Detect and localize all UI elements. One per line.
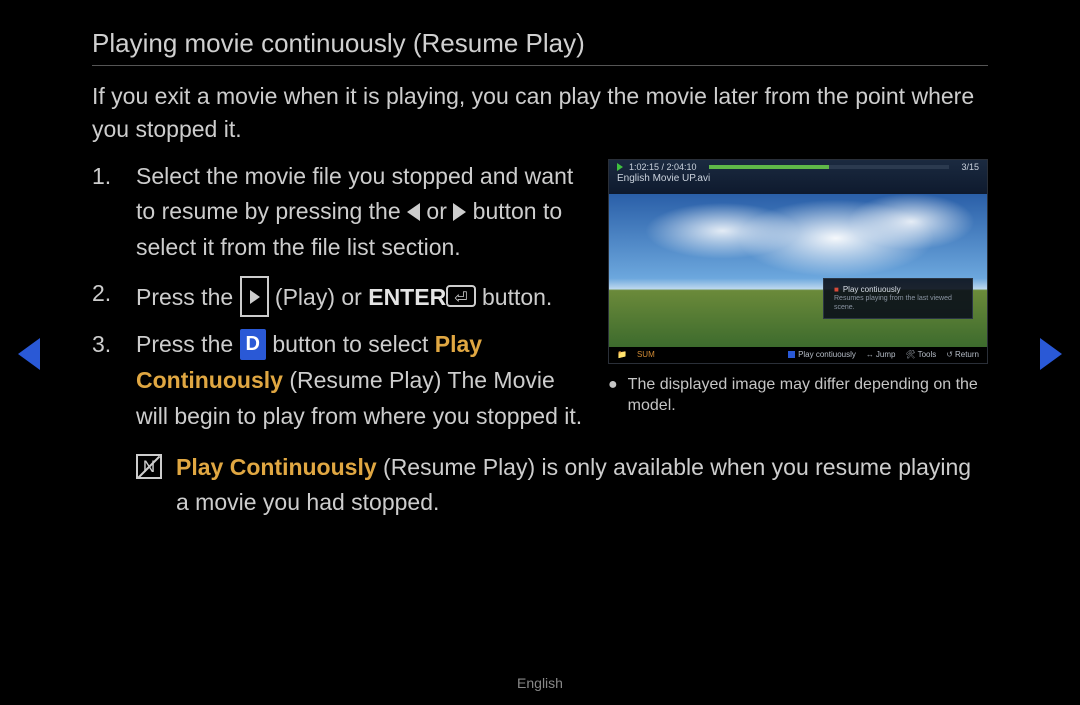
player-topbar: 1:02:15 / 2:04:10 3/15 English Movie UP.… xyxy=(609,160,987,194)
popup-subtitle: Resumes playing from the last viewed sce… xyxy=(834,294,962,312)
step2-text-c: button. xyxy=(476,284,553,310)
screenshot-caption: ● The displayed image may differ dependi… xyxy=(608,374,988,417)
page-title: Playing movie continuously (Resume Play) xyxy=(92,28,988,66)
step3-text-b: button to select xyxy=(266,331,435,357)
resume-popup: ■Play contiuously Resumes playing from t… xyxy=(823,278,973,319)
jump-icon: ↔ xyxy=(866,350,874,359)
prev-page-button[interactable] xyxy=(18,338,40,370)
progress-bar xyxy=(709,165,950,169)
playback-time: 1:02:15 / 2:04:10 xyxy=(629,162,697,172)
enter-label: ENTER xyxy=(368,284,446,310)
d-dot-icon xyxy=(788,351,795,358)
file-counter: 3/15 xyxy=(961,162,979,172)
step2-text-a: Press the xyxy=(136,284,240,310)
intro-text: If you exit a movie when it is playing, … xyxy=(92,80,988,147)
note-highlight: Play Continuously xyxy=(176,454,377,480)
bullet-icon: ● xyxy=(608,374,618,417)
step2-text-b: (Play) or xyxy=(269,284,369,310)
screenshot-preview: 1:02:15 / 2:04:10 3/15 English Movie UP.… xyxy=(608,159,988,364)
play-icon xyxy=(240,276,269,318)
caption-text: The displayed image may differ depending… xyxy=(628,374,988,417)
popup-title: Play contiuously xyxy=(843,285,901,294)
step-2: Press the (Play) or ENTER button. xyxy=(92,276,584,318)
step3-text-a: Press the xyxy=(136,331,240,357)
right-arrow-icon xyxy=(453,203,466,221)
left-arrow-icon xyxy=(407,203,420,221)
movie-filename: English Movie UP.avi xyxy=(617,173,979,184)
device-icon: 📁 xyxy=(617,350,627,359)
enter-icon xyxy=(446,285,475,307)
return-icon: ↺ xyxy=(946,350,953,359)
foot-return: Return xyxy=(955,350,979,359)
language-label: English xyxy=(0,675,1080,691)
step1-text-b: or xyxy=(420,198,453,224)
next-page-button[interactable] xyxy=(1040,338,1062,370)
foot-tools: Tools xyxy=(918,350,937,359)
d-button-icon: D xyxy=(240,329,266,360)
note-block: N Play Continuously (Resume Play) is onl… xyxy=(92,450,988,519)
player-footbar: 📁 SUM Play contiuously ↔Jump 🛠Tools ↺Ret… xyxy=(609,347,987,363)
play-status-icon xyxy=(617,163,623,171)
foot-jump: Jump xyxy=(876,350,896,359)
video-frame: ■Play contiuously Resumes playing from t… xyxy=(609,194,987,347)
tools-icon: 🛠 xyxy=(905,350,915,359)
sum-label: SUM xyxy=(637,350,655,359)
foot-play: Play contiuously xyxy=(798,350,856,359)
step-1: Select the movie file you stopped and wa… xyxy=(92,159,584,266)
note-icon: N xyxy=(136,454,162,479)
step-3: Press the D button to select Play Contin… xyxy=(92,327,584,434)
